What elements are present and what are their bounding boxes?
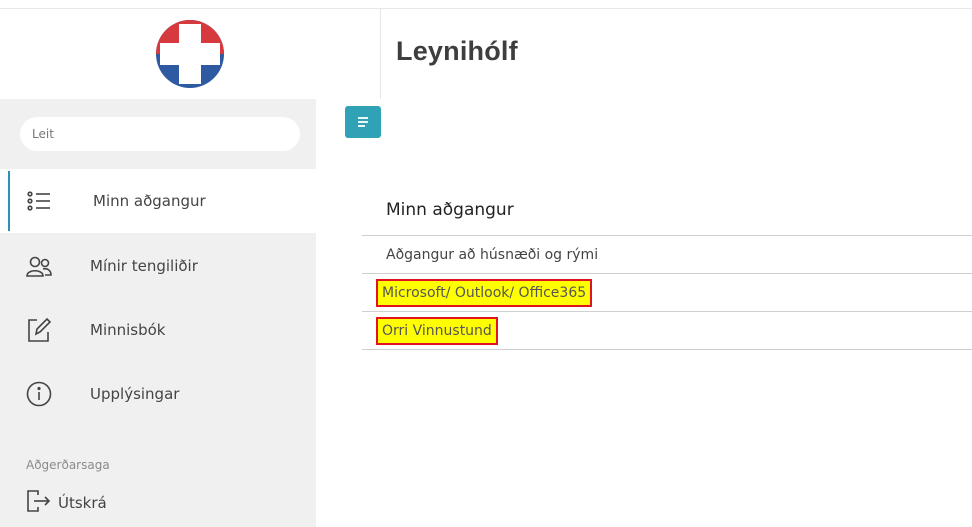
menu-icon — [356, 113, 370, 132]
sidebar-item-minnisbok[interactable]: Minnisbók — [0, 298, 316, 362]
notebook-icon — [26, 317, 52, 343]
list-item[interactable]: Aðgangur að húsnæði og rými — [362, 235, 972, 273]
top-bar: Leynihólf — [0, 8, 972, 99]
section-label: Aðgerðarsaga — [26, 458, 110, 472]
search-box[interactable] — [20, 117, 300, 151]
page-title: Leynihólf — [396, 36, 518, 66]
list-item-label[interactable]: Orri Vinnustund — [376, 316, 498, 345]
list-icon — [26, 188, 52, 214]
sidebar-item-label: Minnisbók — [90, 321, 166, 339]
menu-toggle-button[interactable] — [345, 106, 381, 138]
list-item-label[interactable]: Aðgangur að húsnæði og rými — [386, 247, 598, 263]
sidebar-item-minir-tengilidir[interactable]: Mínir tengiliðir — [0, 234, 316, 298]
logo-area[interactable] — [0, 9, 381, 99]
sidebar-item-label: Minn aðgangur — [93, 192, 206, 210]
info-icon — [26, 381, 52, 407]
list-item[interactable]: Orri Vinnustund — [362, 311, 972, 350]
sidebar-item-minn-adgangur[interactable]: Minn aðgangur — [0, 169, 316, 233]
access-list: Aðgangur að húsnæði og rými Microsoft/ O… — [362, 235, 972, 350]
content-title: Minn aðgangur — [386, 200, 514, 220]
search-input[interactable] — [20, 117, 282, 151]
contacts-icon — [26, 253, 52, 279]
list-item-label[interactable]: Microsoft/ Outlook/ Office365 — [375, 278, 593, 307]
sidebar-item-label: Mínir tengiliðir — [90, 257, 198, 275]
sidebar-item-upplysingar[interactable]: Upplýsingar — [0, 362, 316, 426]
sidebar-item-label: Upplýsingar — [90, 385, 180, 403]
red-cross-logo-icon[interactable] — [152, 16, 228, 92]
logout-label: Útskrá — [58, 494, 107, 512]
list-item[interactable]: Microsoft/ Outlook/ Office365 — [362, 273, 972, 311]
logout-icon — [26, 489, 52, 517]
logout-button[interactable]: Útskrá — [26, 488, 107, 518]
